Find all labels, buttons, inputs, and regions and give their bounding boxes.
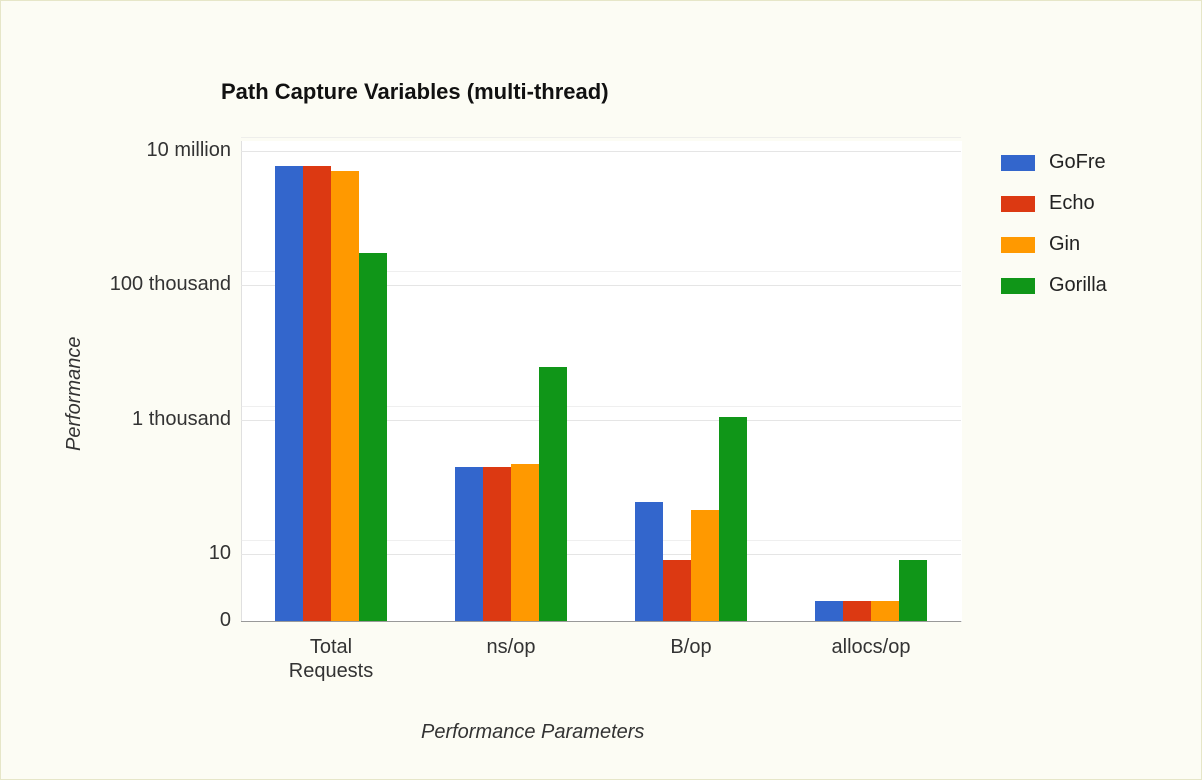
y-tick-label: 100 thousand [81, 273, 231, 296]
bar [663, 560, 691, 621]
legend-label: Gin [1049, 233, 1080, 256]
bar [815, 601, 843, 621]
legend-swatch [1001, 278, 1035, 294]
bar [871, 601, 899, 621]
chart-title: Path Capture Variables (multi-thread) [221, 79, 609, 105]
legend-item: GoFre [1001, 151, 1107, 174]
bar [719, 417, 747, 621]
y-tick-label: 10 million [81, 139, 231, 162]
y-tick-label: 10 [81, 542, 231, 565]
legend: GoFre Echo Gin Gorilla [1001, 151, 1107, 315]
gridline [241, 151, 961, 152]
bar [843, 601, 871, 621]
legend-item: Echo [1001, 192, 1107, 215]
bar [331, 171, 359, 621]
legend-item: Gin [1001, 233, 1107, 256]
bar [303, 166, 331, 621]
chart-frame: Path Capture Variables (multi-thread) 0 1… [0, 0, 1202, 780]
bar [359, 253, 387, 621]
x-tick-label: B/op [611, 635, 771, 659]
legend-label: GoFre [1049, 151, 1106, 174]
x-axis-baseline [241, 621, 961, 622]
bar [511, 464, 539, 621]
legend-swatch [1001, 237, 1035, 253]
y-tick-label: 1 thousand [81, 408, 231, 431]
x-tick-label: allocs/op [791, 635, 951, 659]
x-tick-label: TotalRequests [251, 635, 411, 683]
legend-swatch [1001, 196, 1035, 212]
legend-item: Gorilla [1001, 274, 1107, 297]
legend-label: Echo [1049, 192, 1095, 215]
x-tick-label: ns/op [431, 635, 591, 659]
legend-swatch [1001, 155, 1035, 171]
x-axis-label: Performance Parameters [421, 721, 644, 744]
bar [483, 467, 511, 621]
y-axis-label: Performance [63, 337, 86, 452]
bar [691, 510, 719, 621]
bar [275, 166, 303, 621]
bar [455, 467, 483, 621]
bar [899, 560, 927, 621]
bar [539, 367, 567, 621]
bar [635, 502, 663, 621]
y-tick-label: 0 [81, 609, 231, 632]
gridline-minor [241, 137, 961, 138]
legend-label: Gorilla [1049, 274, 1107, 297]
